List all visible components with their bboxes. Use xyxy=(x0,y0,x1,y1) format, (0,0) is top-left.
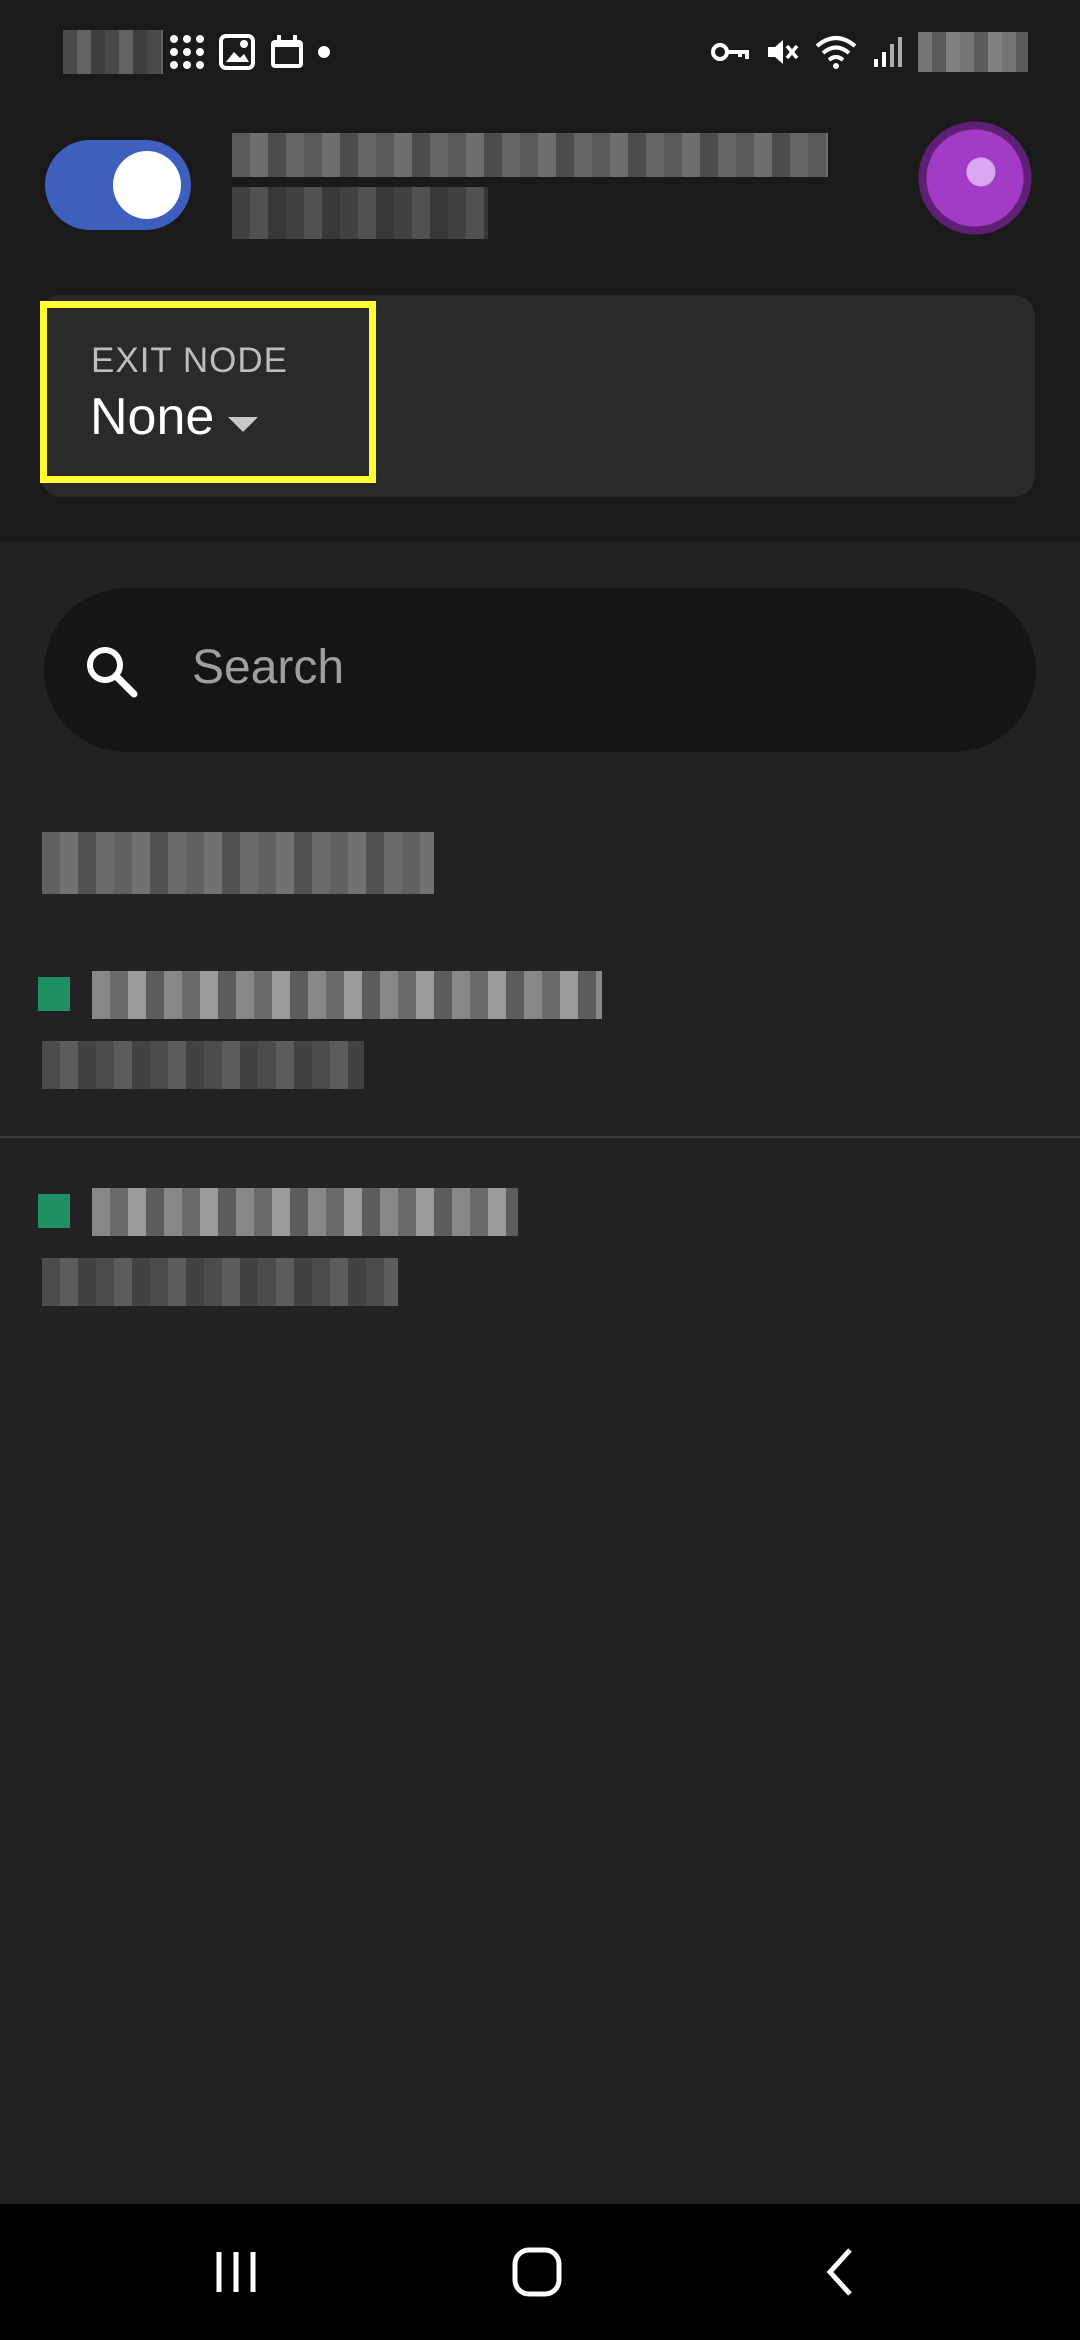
recents-button[interactable] xyxy=(176,2226,296,2318)
section-title-redacted xyxy=(42,832,434,894)
notification-dot-icon xyxy=(318,46,330,58)
status-bar xyxy=(0,0,1080,105)
exit-node-label: EXIT NODE xyxy=(91,341,289,380)
calendar-icon xyxy=(271,35,303,68)
status-battery-redacted xyxy=(918,32,1028,72)
device-ip-redacted xyxy=(42,1041,364,1089)
exit-node-value[interactable]: None xyxy=(90,387,214,447)
header: EXIT NODE None xyxy=(0,105,1080,542)
back-icon xyxy=(826,2248,852,2296)
recents-icon xyxy=(216,2252,256,2292)
status-left-icons xyxy=(168,28,330,76)
back-button[interactable] xyxy=(780,2226,900,2318)
mute-icon xyxy=(768,40,799,64)
search-input[interactable]: Search xyxy=(192,640,344,695)
status-time-redacted xyxy=(63,30,163,74)
device-row[interactable] xyxy=(0,971,1080,1187)
device-name-redacted xyxy=(92,1188,518,1236)
system-nav-bar xyxy=(0,2204,1080,2340)
vpn-key-icon xyxy=(711,43,749,61)
home-button[interactable] xyxy=(477,2226,597,2318)
status-online-indicator xyxy=(38,1194,70,1228)
divider xyxy=(0,1136,1080,1138)
search-icon xyxy=(87,647,138,698)
account-name-redacted xyxy=(232,133,828,177)
device-name-redacted xyxy=(92,971,602,1019)
grid-dots-icon xyxy=(170,35,204,69)
wifi-icon xyxy=(815,36,857,69)
status-right-icons xyxy=(710,28,1028,76)
home-icon xyxy=(512,2247,562,2297)
account-status-redacted xyxy=(232,187,488,239)
device-row[interactable] xyxy=(0,1188,1080,1404)
signal-icon xyxy=(874,37,902,67)
gallery-icon xyxy=(219,34,255,70)
chevron-down-icon[interactable] xyxy=(228,417,258,432)
toggle-knob xyxy=(113,151,181,219)
avatar[interactable] xyxy=(916,117,1034,239)
vpn-toggle[interactable] xyxy=(45,140,191,230)
device-ip-redacted xyxy=(42,1258,398,1306)
status-online-indicator xyxy=(38,977,70,1011)
app-screen: EXIT NODE None Search xyxy=(0,0,1080,2340)
